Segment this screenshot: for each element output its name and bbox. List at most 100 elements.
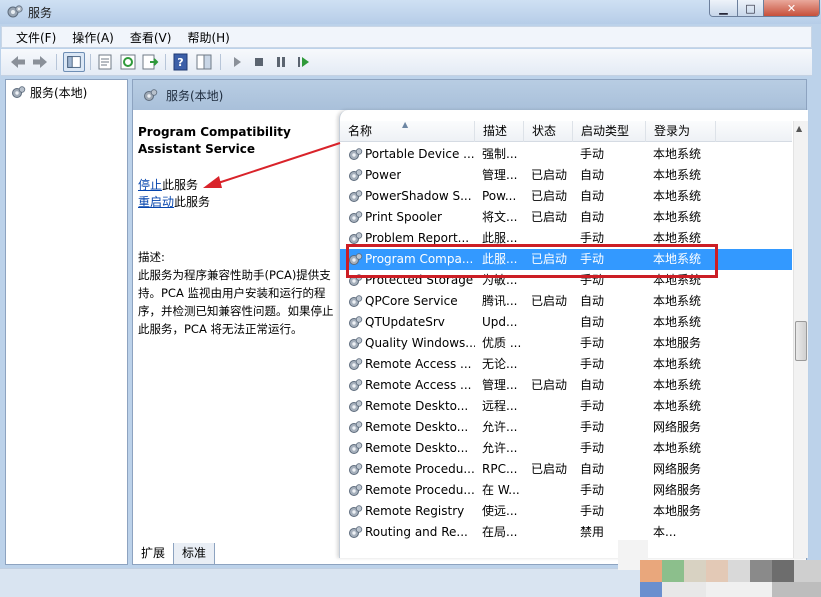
service-startup-cell: 自动 — [580, 294, 605, 308]
column-header-status[interactable]: 状态 — [524, 121, 573, 142]
service-logon-cell: 本地系统 — [653, 357, 702, 371]
tree-node-services-local[interactable]: 服务(本地) — [11, 84, 87, 101]
menu-view[interactable]: 查看(V) — [122, 29, 180, 46]
service-row[interactable]: Quality Windows... 优质 ... 手动 本地服务 — [340, 333, 792, 354]
forward-arrow-icon[interactable] — [31, 53, 49, 71]
refresh-icon[interactable] — [119, 53, 137, 71]
tab-standard[interactable]: 标准 — [173, 543, 216, 565]
properties-icon[interactable] — [96, 53, 114, 71]
service-status-cell — [524, 501, 573, 522]
service-row[interactable]: Remote Deskto... 远程... 手动 本地系统 — [340, 396, 792, 417]
stop-service-link[interactable]: 停止 — [138, 178, 162, 192]
service-gear-icon — [349, 190, 363, 202]
service-startup-cell: 手动 — [580, 252, 605, 266]
service-name-cell: Remote Deskto... — [340, 396, 475, 417]
service-gear-icon — [349, 400, 363, 412]
column-header-logon-as[interactable]: 登录为 — [646, 121, 716, 142]
service-row[interactable]: Power 管理... 已启动 自动 本地系统 — [340, 165, 792, 186]
scrollbar-thumb[interactable] — [795, 321, 807, 361]
service-name: Remote Access ... — [365, 357, 472, 371]
service-gear-icon — [349, 442, 363, 454]
scroll-up-arrow-icon[interactable]: ▲ — [796, 124, 802, 133]
service-row[interactable]: Remote Procedu... RPC... 已启动 自动 网络服务 — [340, 459, 792, 480]
service-row[interactable]: Remote Deskto... 允许... 手动 网络服务 — [340, 417, 792, 438]
service-status-cell — [524, 228, 573, 249]
service-description-cell: 管理... — [482, 168, 518, 182]
service-row[interactable]: Protected Storage 为敏... 手动 本地系统 — [340, 270, 792, 291]
service-gear-icon — [349, 169, 363, 181]
service-description-cell: 无论... — [482, 357, 518, 371]
show-hide-pane-icon[interactable] — [195, 53, 213, 71]
service-gear-icon — [349, 253, 363, 265]
pause-service-icon[interactable] — [272, 53, 290, 71]
service-description-cell: RPC... — [482, 462, 518, 476]
service-name-cell: Protected Storage — [340, 270, 475, 291]
menu-file[interactable]: 文件(F) — [8, 29, 64, 46]
restart-service-icon[interactable] — [295, 53, 313, 71]
services-window: 服务 ▁ □ ✕ 文件(F) 操作(A) 查看(V) 帮助(H) ? 服务(本地… — [0, 0, 821, 597]
services-list: ▲ 名称 描述 状态 启动类型 登录为 Portable Device ... 强制… — [339, 110, 808, 558]
tree-node-label: 服务(本地) — [30, 86, 88, 100]
service-gear-icon — [349, 274, 363, 286]
tab-extended[interactable]: 扩展 — [132, 543, 175, 565]
service-name: Remote Procedu... — [365, 462, 475, 476]
service-name-cell: Remote Access ... — [340, 375, 475, 396]
service-row[interactable]: QTUpdateSrv Upd... 自动 本地系统 — [340, 312, 792, 333]
service-name-cell: Program Compa... — [340, 249, 475, 270]
service-logon-cell: 本地系统 — [653, 294, 702, 308]
export-list-icon[interactable] — [141, 53, 159, 71]
service-status-cell — [524, 354, 573, 375]
service-row[interactable]: Remote Access ... 无论... 手动 本地系统 — [340, 354, 792, 375]
service-status-cell — [524, 312, 573, 333]
service-detail-panel: Program Compatibility Assistant Service … — [138, 124, 338, 338]
help-icon[interactable]: ? — [172, 53, 190, 71]
service-logon-cell: 本地系统 — [653, 252, 702, 266]
pane-header: 服务(本地) — [133, 80, 806, 110]
service-row[interactable]: Portable Device ... 强制... 手动 本地系统 — [340, 144, 792, 165]
service-startup-cell: 手动 — [580, 336, 605, 350]
service-startup-cell: 自动 — [580, 462, 605, 476]
service-row[interactable]: Print Spooler 将文... 已启动 自动 本地系统 — [340, 207, 792, 228]
service-description-cell: Pow... — [482, 189, 517, 203]
menu-help[interactable]: 帮助(H) — [179, 29, 237, 46]
service-row[interactable]: Problem Report... 此服... 手动 本地系统 — [340, 228, 792, 249]
service-row[interactable]: Remote Procedu... 在 W... 手动 网络服务 — [340, 480, 792, 501]
service-status-cell — [524, 417, 573, 438]
service-row[interactable]: Remote Deskto... 允许... 手动 本地系统 — [340, 438, 792, 459]
console-tree-icon[interactable] — [63, 52, 85, 72]
service-status-cell — [524, 438, 573, 459]
service-name: Problem Report... — [365, 231, 470, 245]
service-name-cell: Remote Procedu... — [340, 459, 475, 480]
service-row[interactable]: Remote Access ... 管理... 已启动 自动 本地系统 — [340, 375, 792, 396]
maximize-button[interactable]: □ — [738, 0, 764, 16]
service-startup-cell: 自动 — [580, 378, 605, 392]
column-header-startup-type[interactable]: 启动类型 — [573, 121, 646, 142]
service-logon-cell: 本地系统 — [653, 189, 702, 203]
service-gear-icon — [349, 316, 363, 328]
service-row[interactable]: QPCore Service 腾讯... 已启动 自动 本地系统 — [340, 291, 792, 312]
service-name: PowerShadow S... — [365, 189, 472, 203]
service-startup-cell: 手动 — [580, 483, 605, 497]
stop-service-icon[interactable] — [250, 53, 268, 71]
service-description-cell: 在局... — [482, 525, 518, 539]
service-status-cell — [524, 144, 573, 165]
service-status-cell: 已启动 — [531, 210, 568, 224]
restart-service-link[interactable]: 重启动 — [138, 195, 174, 209]
service-row[interactable]: Program Compa... 此服... 已启动 手动 本地系统 — [340, 249, 792, 270]
minimize-button[interactable]: ▁ — [710, 0, 738, 16]
close-button[interactable]: ✕ — [764, 0, 819, 16]
service-startup-cell: 手动 — [580, 399, 605, 413]
menu-action[interactable]: 操作(A) — [64, 29, 122, 46]
back-arrow-icon[interactable] — [9, 53, 27, 71]
service-status-cell: 已启动 — [531, 294, 568, 308]
column-header-name[interactable]: ▲ 名称 — [340, 120, 475, 142]
svg-text:?: ? — [177, 56, 183, 69]
service-row[interactable]: PowerShadow S... Pow... 已启动 自动 本地系统 — [340, 186, 792, 207]
vertical-scrollbar[interactable]: ▲ — [793, 121, 808, 558]
services-gear-icon — [144, 88, 158, 101]
service-description-cell: Upd... — [482, 315, 518, 329]
start-service-icon[interactable] — [228, 53, 246, 71]
service-status-cell — [524, 270, 573, 291]
column-header-description[interactable]: 描述 — [475, 121, 524, 142]
service-description-cell: 将文... — [482, 210, 518, 224]
